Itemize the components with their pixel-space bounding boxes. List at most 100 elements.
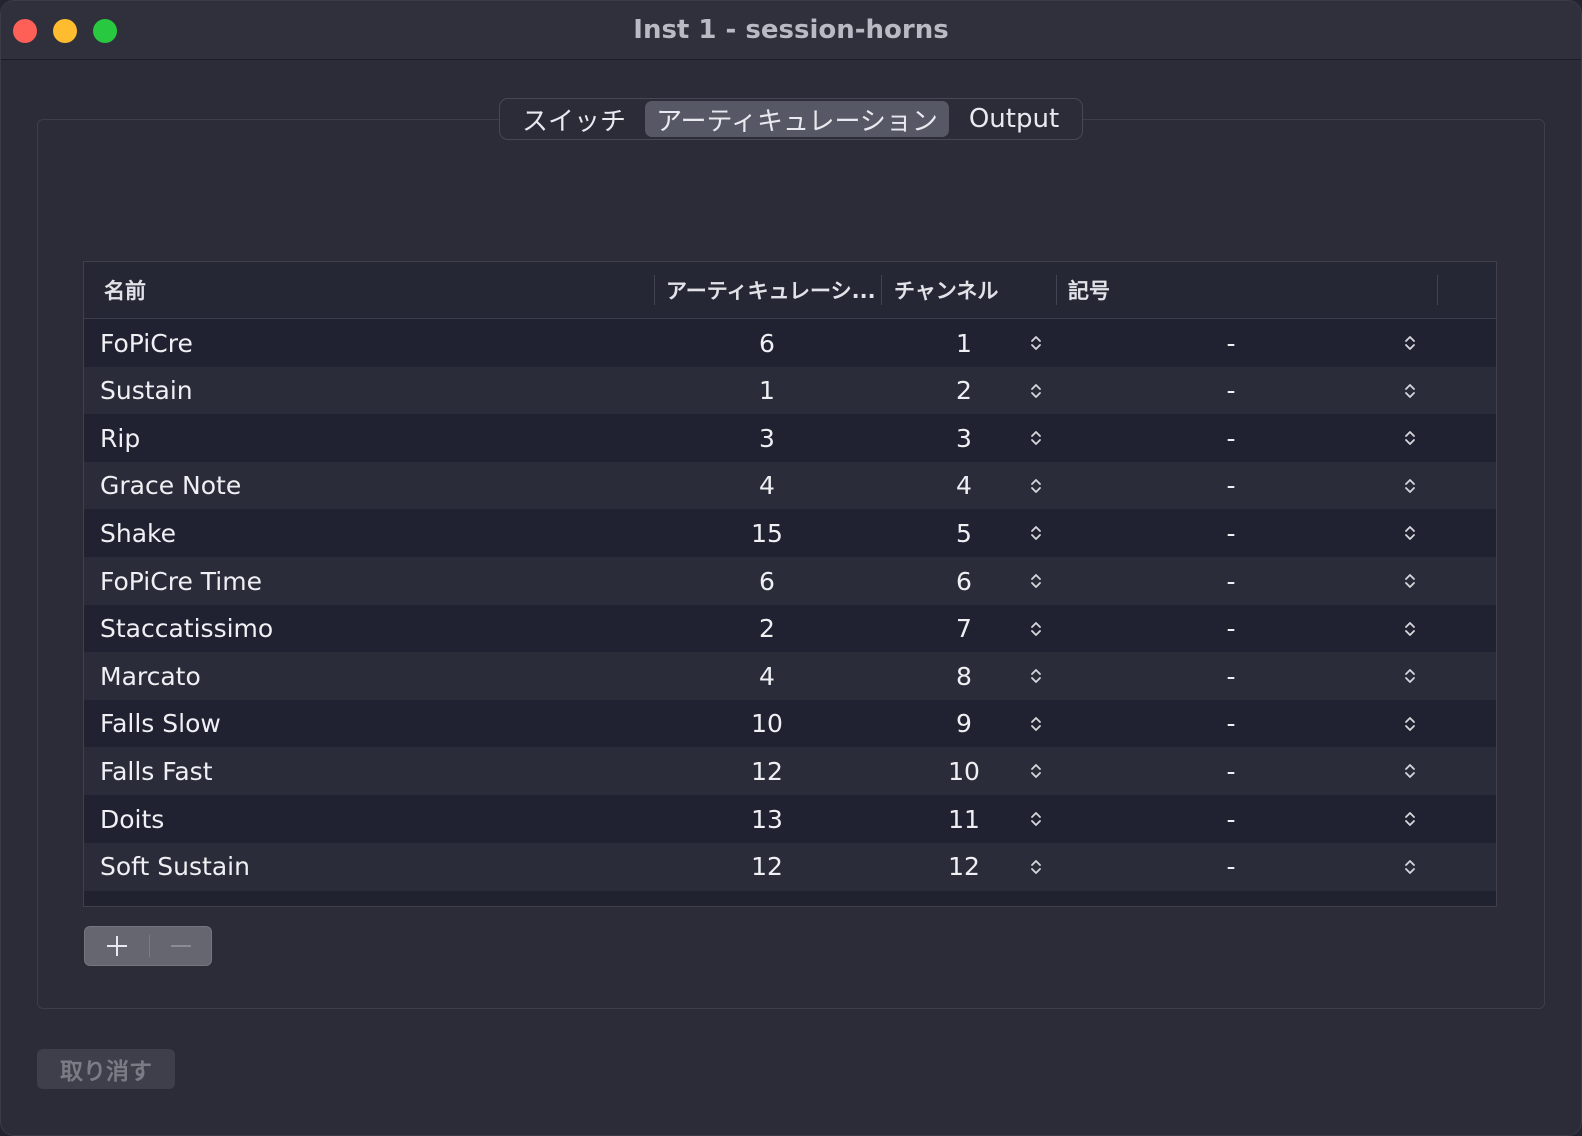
table-row[interactable]: Soft Sustain 12 12 - [84,842,1496,891]
row-symbol-value: - [1226,566,1236,596]
row-symbol-value: - [1226,614,1236,644]
column-header-articulation[interactable]: アーティキュレーシ... [666,262,878,318]
row-symbol-value: - [1226,376,1236,406]
row-articulation-id: 12 [751,756,783,786]
column-header-symbol[interactable]: 記号 [1068,262,1428,318]
add-row-button[interactable] [85,927,149,965]
channel-stepper-icon[interactable] [1022,747,1050,795]
column-header-channel[interactable]: チャンネル [894,262,1054,318]
tab-bar: スイッチ アーティキュレーション Output [499,98,1083,140]
symbol-stepper-icon[interactable] [1396,319,1424,367]
table-row[interactable]: Staccatissimo 2 7 - [84,604,1496,653]
channel-stepper-icon[interactable] [1022,700,1050,748]
row-articulation-id: 1 [759,376,775,406]
channel-stepper-icon[interactable] [1022,414,1050,462]
symbol-stepper-icon[interactable] [1396,700,1424,748]
row-articulation-id: 12 [751,852,783,882]
symbol-stepper-icon[interactable] [1396,747,1424,795]
table-row[interactable]: Shake 15 5 - [84,509,1496,558]
undo-button[interactable]: 取り消す [37,1049,175,1089]
table-row[interactable]: Falls Slow 10 9 - [84,699,1496,748]
row-symbol-value: - [1226,471,1236,501]
tab-switch[interactable]: スイッチ [503,101,645,137]
row-channel-value: 7 [956,614,972,644]
table-row[interactable]: Falls Fast 12 10 - [84,747,1496,796]
symbol-stepper-icon[interactable] [1396,795,1424,843]
table-row[interactable]: Grace Note 4 4 - [84,461,1496,510]
table-row[interactable]: FoPiCre 6 1 - [84,319,1496,367]
row-symbol-value: - [1226,756,1236,786]
title-bar: Inst 1 - session-horns [1,1,1581,60]
row-articulation-id: 6 [759,328,775,358]
row-channel-value: 11 [948,804,980,834]
symbol-stepper-icon[interactable] [1396,843,1424,891]
row-channel-value: 2 [956,376,972,406]
row-name: FoPiCre [100,328,193,358]
row-symbol-value: - [1226,852,1236,882]
window-title: Inst 1 - session-horns [633,15,949,45]
minus-icon [170,945,191,947]
row-channel-value: 12 [948,852,980,882]
row-symbol-value: - [1226,709,1236,739]
channel-stepper-icon[interactable] [1022,605,1050,653]
add-remove-control [84,926,212,966]
row-symbol-value: - [1226,423,1236,453]
channel-stepper-icon[interactable] [1022,319,1050,367]
channel-stepper-icon[interactable] [1022,557,1050,605]
row-symbol-value: - [1226,328,1236,358]
row-name: FoPiCre Time [100,566,262,596]
column-divider[interactable] [881,275,882,305]
row-name: Shake [100,518,177,548]
channel-stepper-icon[interactable] [1022,462,1050,510]
row-channel-value: 1 [956,328,972,358]
plus-icon [107,936,127,956]
symbol-stepper-icon[interactable] [1396,414,1424,462]
symbol-stepper-icon[interactable] [1396,509,1424,557]
symbol-stepper-icon[interactable] [1396,367,1424,415]
table-row[interactable]: FoPiCre Time 6 6 - [84,557,1496,605]
row-symbol-value: - [1226,661,1236,691]
channel-stepper-icon[interactable] [1022,509,1050,557]
column-divider[interactable] [1056,275,1057,305]
row-name: Rip [100,423,141,453]
table-row[interactable]: Doits 13 11 - [84,795,1496,843]
column-divider[interactable] [1437,275,1438,305]
symbol-stepper-icon[interactable] [1396,605,1424,653]
tab-output[interactable]: Output [949,101,1079,137]
row-articulation-id: 2 [759,614,775,644]
row-channel-value: 10 [948,756,980,786]
remove-row-button[interactable] [149,927,212,965]
table-row[interactable]: Marcato 4 8 - [84,652,1496,701]
row-articulation-id: 3 [759,423,775,453]
row-name: Falls Fast [100,756,213,786]
row-articulation-id: 6 [759,566,775,596]
table-header: 名前 アーティキュレーシ... チャンネル 記号 [84,262,1496,319]
row-name: Falls Slow [100,709,221,739]
instrument-window: Inst 1 - session-horns スイッチ アーティキュレーション … [0,0,1582,1136]
row-channel-value: 6 [956,566,972,596]
articulation-table: 名前 アーティキュレーシ... チャンネル 記号 FoPiCre 6 1- Susta… [83,261,1497,907]
row-articulation-id: 13 [751,804,783,834]
row-articulation-id: 4 [759,661,775,691]
table-row[interactable]: Rip 3 3 - [84,414,1496,463]
symbol-stepper-icon[interactable] [1396,652,1424,700]
row-channel-value: 8 [956,661,972,691]
channel-stepper-icon[interactable] [1022,367,1050,415]
table-row[interactable]: Sustain 1 2 - [84,366,1496,415]
row-articulation-id: 4 [759,471,775,501]
channel-stepper-icon[interactable] [1022,795,1050,843]
row-channel-value: 5 [956,518,972,548]
symbol-stepper-icon[interactable] [1396,557,1424,605]
row-symbol-value: - [1226,518,1236,548]
row-channel-value: 9 [956,709,972,739]
channel-stepper-icon[interactable] [1022,652,1050,700]
column-header-name[interactable]: 名前 [104,262,644,318]
symbol-stepper-icon[interactable] [1396,462,1424,510]
row-name: Sustain [100,376,193,406]
tab-articulation[interactable]: アーティキュレーション [645,101,949,137]
row-articulation-id: 10 [751,709,783,739]
row-name: Grace Note [100,471,242,501]
row-name: Staccatissimo [100,614,274,644]
column-divider[interactable] [654,275,655,305]
channel-stepper-icon[interactable] [1022,843,1050,891]
